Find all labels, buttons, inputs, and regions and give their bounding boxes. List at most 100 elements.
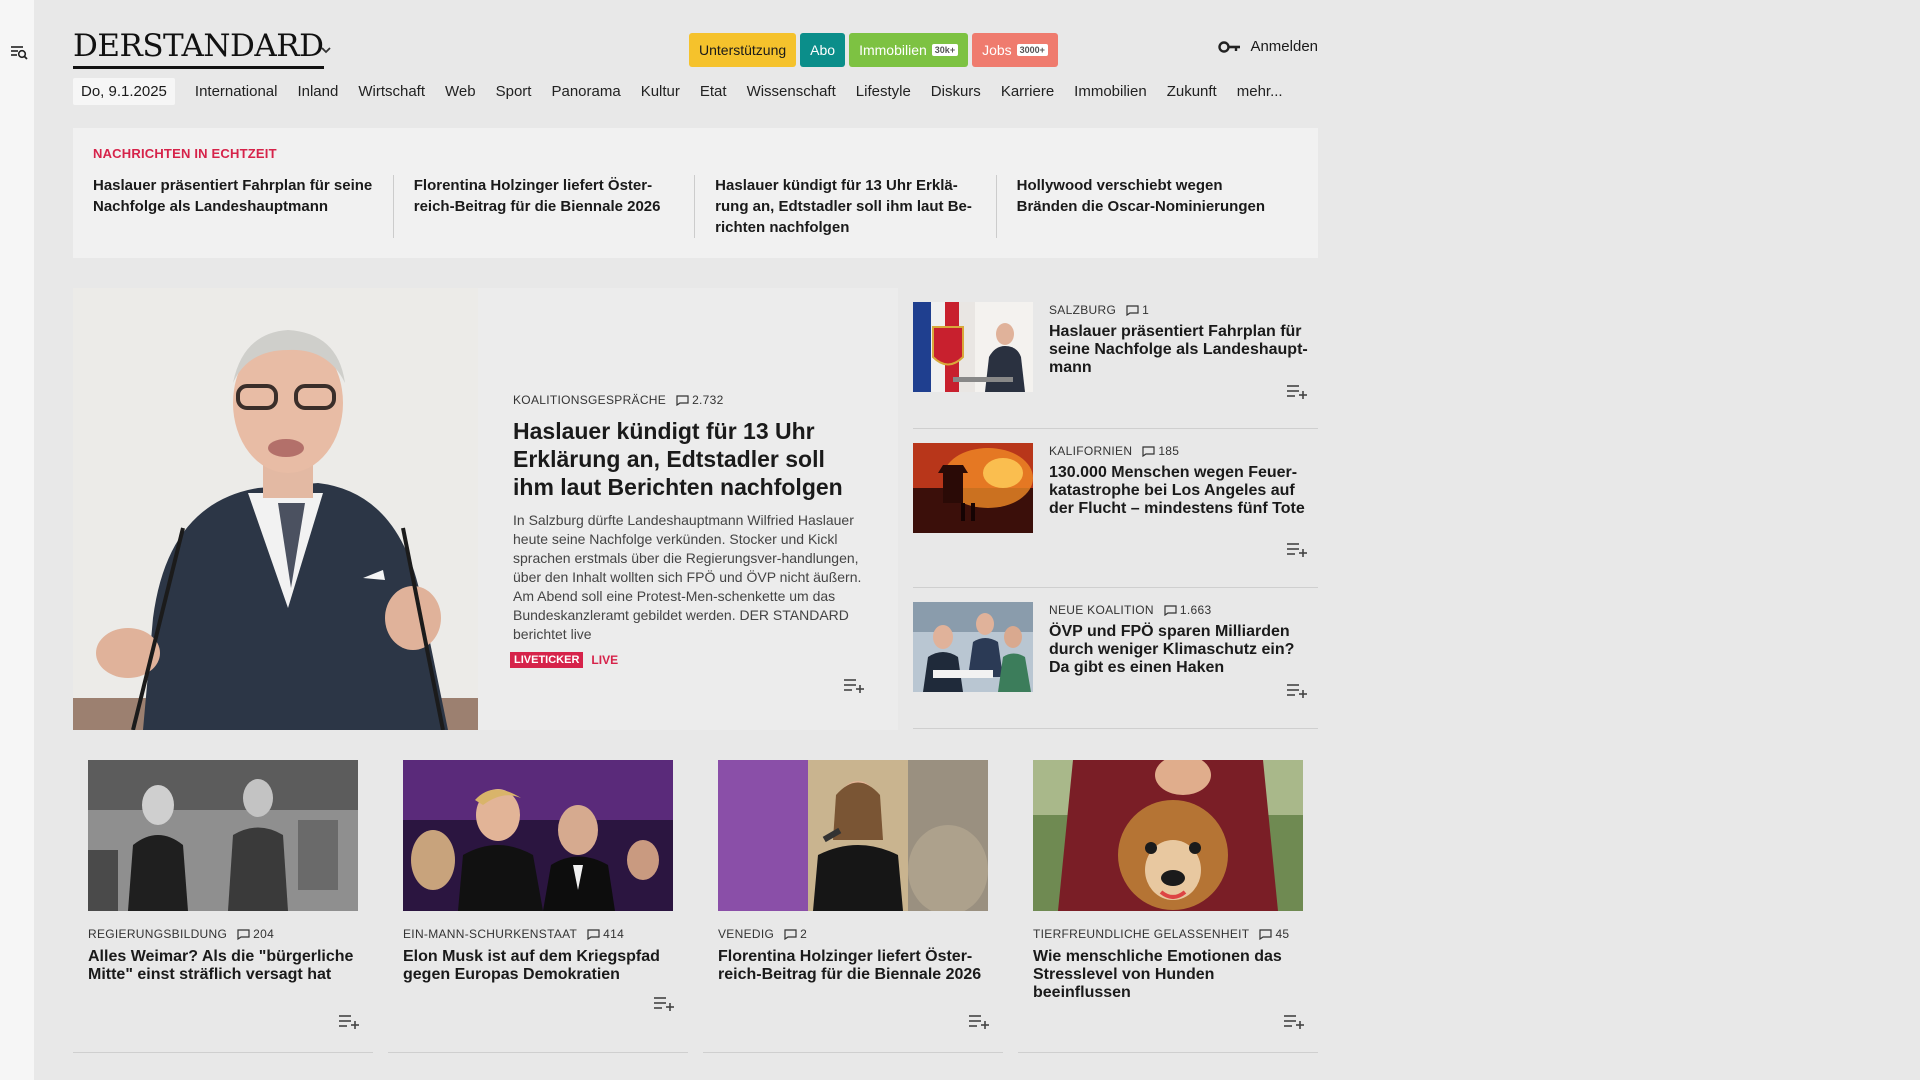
article-image xyxy=(913,443,1033,533)
article-title[interactable]: Haslauer präsentiert Fahrplan für seine … xyxy=(1049,323,1314,377)
header: DERSTANDARD Unterstützung Abo Immobilien… xyxy=(73,0,1318,74)
comment-icon xyxy=(587,928,600,940)
comment-icon xyxy=(784,928,797,940)
article-card[interactable]: REGIERUNGSBILDUNG 204 Alles Weimar? Als … xyxy=(73,743,373,1053)
add-to-playlist-icon[interactable] xyxy=(338,1013,360,1029)
support-button[interactable]: Unterstützung xyxy=(689,33,797,67)
top-stories: KOALITIONSGESPRÄCHE 2.732 Haslauer kündi… xyxy=(73,288,1318,730)
comment-count[interactable]: 2.732 xyxy=(676,393,724,407)
add-to-playlist-icon[interactable] xyxy=(1286,541,1308,557)
article-title[interactable]: Alles Weimar? Als die "bürgerliche Mitte… xyxy=(88,948,363,984)
chevron-down-icon[interactable] xyxy=(318,42,334,58)
article-kicker: VENEDIG 2 xyxy=(718,927,993,941)
article-image xyxy=(913,302,1033,392)
comment-count[interactable]: 185 xyxy=(1142,444,1179,458)
article-kicker: TIERFREUNDLICHE GELASSENHEIT 45 xyxy=(1033,927,1308,941)
comment-count-value: 2 xyxy=(800,927,808,941)
live-indicator: LIVE xyxy=(591,653,619,667)
site-logo[interactable]: DERSTANDARD xyxy=(73,28,324,69)
comment-icon xyxy=(1126,304,1139,316)
add-to-playlist-icon[interactable] xyxy=(843,677,865,693)
article-card[interactable]: EIN-MANN-SCHURKENSTAAT 414 Elon Musk ist… xyxy=(388,743,688,1053)
lead-article[interactable]: KOALITIONSGESPRÄCHE 2.732 Haslauer kündi… xyxy=(73,288,898,730)
comment-count-value: 1 xyxy=(1142,303,1150,317)
jobs-button[interactable]: Jobs 3000+ xyxy=(972,33,1058,67)
nav-item-wissenschaft[interactable]: Wissenschaft xyxy=(739,83,844,100)
side-article[interactable]: NEUE KOALITION 1.663 ÖVP und FPÖ sparen … xyxy=(913,588,1318,729)
comment-count[interactable]: 414 xyxy=(587,927,624,941)
main-nav: Do, 9.1.2025 International Inland Wirtsc… xyxy=(73,74,1318,108)
comment-count[interactable]: 1.663 xyxy=(1164,603,1212,617)
immobilien-badge: 30k+ xyxy=(931,44,959,56)
nav-item-lifestyle[interactable]: Lifestyle xyxy=(848,83,919,100)
left-sidebar xyxy=(0,0,34,1080)
nav-item-inland[interactable]: Inland xyxy=(289,83,346,100)
realtime-news-box: NACHRICHTEN IN ECHTZEIT Haslauer präsent… xyxy=(73,128,1318,258)
realtime-list: Haslauer präsentiert Fahrplan für seine … xyxy=(93,175,1298,238)
nav-item-kultur[interactable]: Kultur xyxy=(633,83,688,100)
add-to-playlist-icon[interactable] xyxy=(1286,383,1308,399)
article-card[interactable]: TIERFREUNDLICHE GELASSENHEIT 45 Wie mens… xyxy=(1018,743,1318,1053)
nav-item-zukunft[interactable]: Zukunft xyxy=(1159,83,1225,100)
nav-item-more[interactable]: mehr... xyxy=(1229,83,1291,100)
card-text: REGIERUNGSBILDUNG 204 Alles Weimar? Als … xyxy=(88,927,363,984)
nav-item-etat[interactable]: Etat xyxy=(692,83,735,100)
article-kicker: KALIFORNIEN 185 xyxy=(1049,444,1314,458)
add-to-playlist-icon[interactable] xyxy=(653,995,675,1011)
lead-image xyxy=(73,288,478,730)
comment-count[interactable]: 45 xyxy=(1259,927,1289,941)
comment-count-value: 185 xyxy=(1158,444,1180,458)
comment-icon xyxy=(1142,445,1155,457)
comment-count[interactable]: 1 xyxy=(1126,303,1149,317)
article-title[interactable]: Florentina Holzinger liefert Öster-reich… xyxy=(718,948,993,984)
realtime-item[interactable]: Florentina Holzinger liefert Öster-reich… xyxy=(394,175,696,238)
page-content: DERSTANDARD Unterstützung Abo Immobilien… xyxy=(73,0,1318,1053)
realtime-item[interactable]: Haslauer präsentiert Fahrplan für seine … xyxy=(93,175,394,238)
add-to-playlist-icon[interactable] xyxy=(968,1013,990,1029)
comment-count[interactable]: 2 xyxy=(784,927,807,941)
comment-icon xyxy=(676,394,689,406)
realtime-item[interactable]: Haslauer kündigt für 13 Uhr Erklä-rung a… xyxy=(695,175,997,238)
header-pills: Unterstützung Abo Immobilien 30k+ Jobs 300… xyxy=(689,33,1058,67)
article-card[interactable]: VENEDIG 2 Florentina Holzinger liefert Ö… xyxy=(703,743,1003,1053)
login-button[interactable]: Anmelden xyxy=(1218,38,1318,55)
nav-item-wirtschaft[interactable]: Wirtschaft xyxy=(350,83,433,100)
immobilien-button[interactable]: Immobilien 30k+ xyxy=(849,33,969,67)
article-image xyxy=(913,602,1033,692)
article-image xyxy=(403,760,673,911)
menu-search-icon[interactable] xyxy=(9,42,29,62)
article-title[interactable]: Elon Musk ist auf dem Kriegspfad gegen E… xyxy=(403,948,678,984)
article-title[interactable]: Wie menschliche Emotionen das Stressleve… xyxy=(1033,948,1308,1002)
kicker-label: TIERFREUNDLICHE GELASSENHEIT xyxy=(1033,927,1250,941)
add-to-playlist-icon[interactable] xyxy=(1283,1013,1305,1029)
jobs-badge: 3000+ xyxy=(1016,44,1048,56)
lead-title[interactable]: Haslauer kündigt für 13 Uhr Erklärung an… xyxy=(513,417,868,501)
article-title[interactable]: 130.000 Menschen wegen Feuer-katastrophe… xyxy=(1049,464,1314,518)
side-article-text: NEUE KOALITION 1.663 ÖVP und FPÖ sparen … xyxy=(1049,603,1314,677)
comment-count[interactable]: 204 xyxy=(237,927,274,941)
add-to-playlist-icon[interactable] xyxy=(1286,682,1308,698)
side-article-text: KALIFORNIEN 185 130.000 Menschen wegen F… xyxy=(1049,444,1314,518)
jobs-label: Jobs xyxy=(982,42,1012,58)
side-articles: SALZBURG 1 Haslauer präsentiert Fahrplan… xyxy=(913,288,1318,729)
comment-count-value: 1.663 xyxy=(1179,603,1212,617)
kicker-label: VENEDIG xyxy=(718,927,775,941)
side-article[interactable]: KALIFORNIEN 185 130.000 Menschen wegen F… xyxy=(913,429,1318,588)
nav-item-panorama[interactable]: Panorama xyxy=(543,83,628,100)
realtime-label: NACHRICHTEN IN ECHTZEIT xyxy=(93,146,277,161)
kicker-label: REGIERUNGSBILDUNG xyxy=(88,927,228,941)
abo-button[interactable]: Abo xyxy=(800,33,846,67)
nav-item-international[interactable]: International xyxy=(187,83,286,100)
card-text: VENEDIG 2 Florentina Holzinger liefert Ö… xyxy=(718,927,993,984)
nav-item-sport[interactable]: Sport xyxy=(488,83,540,100)
immobilien-label: Immobilien xyxy=(859,42,927,58)
nav-item-immobilien[interactable]: Immobilien xyxy=(1066,83,1155,100)
nav-item-web[interactable]: Web xyxy=(437,83,484,100)
lead-kicker: KOALITIONSGESPRÄCHE 2.732 xyxy=(513,393,868,407)
side-article[interactable]: SALZBURG 1 Haslauer präsentiert Fahrplan… xyxy=(913,288,1318,429)
nav-item-karriere[interactable]: Karriere xyxy=(993,83,1062,100)
nav-item-diskurs[interactable]: Diskurs xyxy=(923,83,989,100)
realtime-item[interactable]: Hollywood verschiebt wegen Bränden die O… xyxy=(997,175,1298,238)
article-title[interactable]: ÖVP und FPÖ sparen Milliarden durch weni… xyxy=(1049,623,1314,677)
lead-teaser: In Salzburg dürfte Landeshauptmann Wilfr… xyxy=(513,512,862,642)
